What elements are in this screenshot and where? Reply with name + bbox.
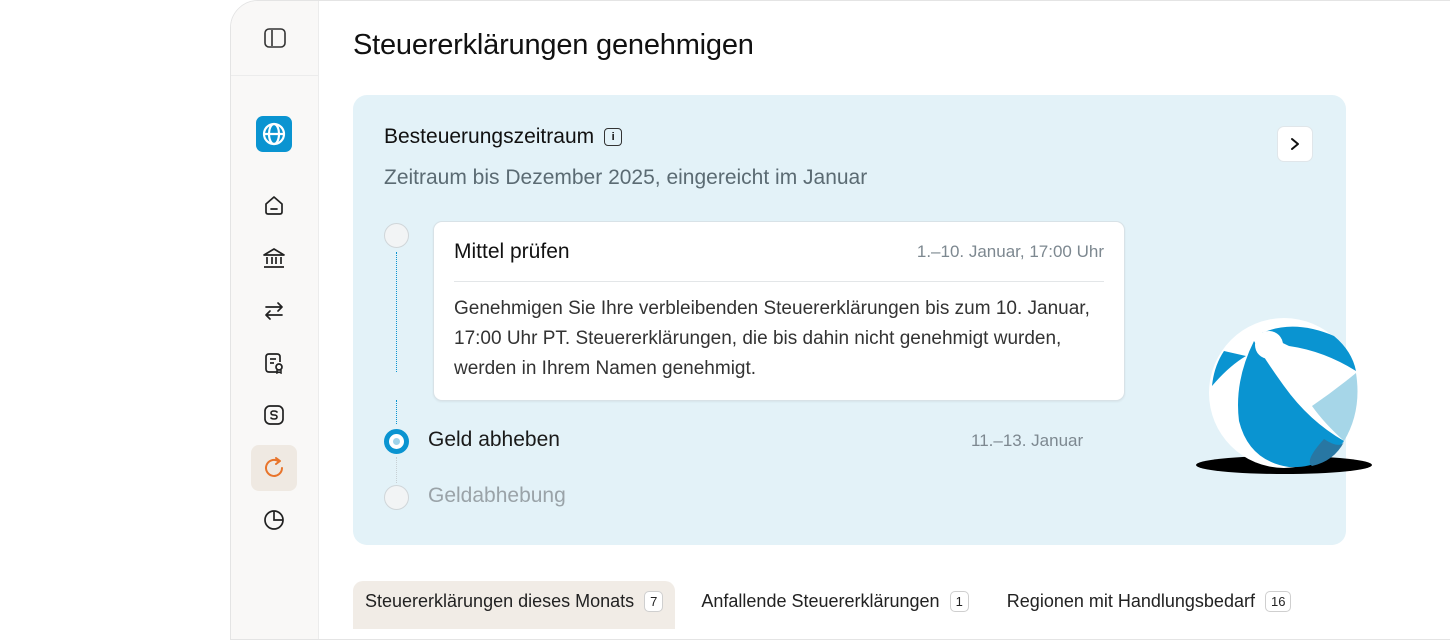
info-icon[interactable]: i bbox=[604, 128, 623, 146]
app-frame: Steuererklärungen genehmigen Besteuerung… bbox=[230, 0, 1450, 640]
timeline-connector bbox=[396, 400, 397, 424]
sidebar-item-reports[interactable] bbox=[251, 497, 297, 543]
card-title-text: Besteuerungszeitraum bbox=[384, 125, 595, 148]
tab-label: Steuererklärungen dieses Monats bbox=[365, 591, 635, 611]
tab-this-month[interactable]: Steuererklärungen dieses Monats 7 bbox=[353, 581, 676, 629]
dollar-icon bbox=[263, 404, 285, 426]
sidebar-item-transfers[interactable] bbox=[251, 288, 297, 334]
step-1-title: Mittel prüfen bbox=[454, 239, 570, 263]
sidebar-item-recurring[interactable] bbox=[251, 445, 297, 491]
sidebar-item-home[interactable] bbox=[251, 182, 297, 228]
step-2-indicator bbox=[384, 429, 409, 454]
step-1-card: Mittel prüfen 1.–10. Januar, 17:00 Uhr G… bbox=[433, 221, 1125, 401]
tab-label: Regionen mit Handlungsbedarf bbox=[1006, 591, 1255, 611]
chevron-right-icon bbox=[1289, 137, 1301, 151]
tab-count-badge: 7 bbox=[644, 591, 664, 612]
document-icon bbox=[263, 352, 285, 374]
step-2-date: 11.–13. Januar bbox=[971, 431, 1084, 450]
app-logo[interactable] bbox=[256, 116, 292, 152]
beach-ball-illustration bbox=[1194, 311, 1374, 476]
sidebar-item-bank[interactable] bbox=[251, 235, 297, 281]
tab-bar: Steuererklärungen dieses Monats 7 Anfall… bbox=[353, 581, 1303, 629]
sidebar-header bbox=[231, 1, 318, 76]
tab-count-badge: 16 bbox=[1264, 591, 1292, 612]
step-1-date: 1.–10. Januar, 17:00 Uhr bbox=[916, 241, 1104, 261]
sidebar bbox=[231, 1, 319, 639]
sidebar-item-documents[interactable] bbox=[251, 340, 297, 386]
main-content: Steuererklärungen genehmigen Besteuerung… bbox=[319, 1, 1450, 639]
sidebar-item-payments[interactable] bbox=[251, 392, 297, 438]
card-subtitle: Zeitraum bis Dezember 2025, eingereicht … bbox=[384, 166, 868, 189]
timeline-connector bbox=[396, 252, 397, 372]
step-1-description: Genehmigen Sie Ihre verbleibenden Steuer… bbox=[454, 298, 1090, 379]
home-icon bbox=[263, 194, 285, 216]
page-title: Steuererklärungen genehmigen bbox=[353, 29, 754, 61]
tab-label: Anfallende Steuererklärungen bbox=[701, 591, 940, 611]
next-button[interactable] bbox=[1277, 126, 1313, 162]
tab-regions-action-needed[interactable]: Regionen mit Handlungsbedarf 16 bbox=[995, 581, 1304, 629]
step-3-indicator bbox=[384, 485, 409, 510]
step-3-title: Geldabhebung bbox=[428, 484, 566, 507]
step-1-header: Mittel prüfen 1.–10. Januar, 17:00 Uhr bbox=[454, 222, 1104, 282]
card-title: Besteuerungszeitraum i bbox=[384, 125, 623, 149]
step-1-indicator bbox=[384, 223, 409, 248]
refresh-icon bbox=[262, 456, 286, 480]
tab-count-badge: 1 bbox=[949, 591, 969, 612]
timeline-connector bbox=[396, 457, 397, 483]
tax-period-card: Besteuerungszeitraum i Zeitraum bis Deze… bbox=[353, 95, 1372, 545]
step-2-title: Geld abheben bbox=[428, 428, 560, 451]
tab-upcoming[interactable]: Anfallende Steuererklärungen 1 bbox=[689, 581, 980, 629]
transfer-icon bbox=[263, 301, 285, 321]
pie-chart-icon bbox=[263, 509, 285, 531]
sidebar-toggle-icon[interactable] bbox=[263, 28, 286, 48]
bank-icon bbox=[262, 247, 286, 269]
